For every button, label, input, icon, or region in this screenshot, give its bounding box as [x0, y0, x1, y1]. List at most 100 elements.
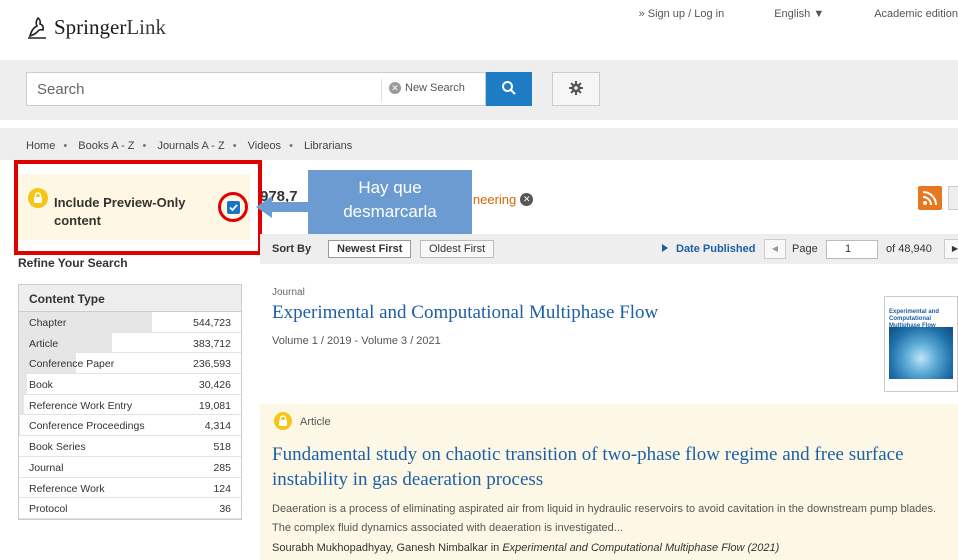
content-type-name: Protocol	[29, 503, 68, 516]
springer-link-logo[interactable]: SpringerLink	[26, 14, 166, 40]
content-type-count: 544,723	[193, 317, 231, 329]
journal-link[interactable]: Experimental and Computational Multiphas…	[502, 542, 779, 554]
nav-separator: •	[63, 140, 68, 152]
content-type-item[interactable]: Book 30,426	[19, 374, 241, 395]
main-nav: Home • Books A - Z • Journals A - Z • Video…	[0, 128, 958, 160]
content-type-name: Conference Proceedings	[29, 420, 145, 433]
result-item: Article Fundamental study on chaotic tra…	[260, 404, 958, 560]
nav-videos[interactable]: Videos	[248, 140, 281, 152]
nav-books-a-z[interactable]: Books A - Z	[78, 140, 134, 152]
search-band: ✕ New Search	[0, 60, 958, 120]
content-type-heading: Content Type	[19, 285, 241, 312]
search-button[interactable]	[486, 72, 532, 106]
search-options-button[interactable]	[552, 72, 600, 106]
signup-login-link[interactable]: » Sign up / Log in	[639, 8, 725, 20]
facet-label: ineering	[470, 192, 517, 207]
content-type-list: Chapter 544,723 Article 383,712 Conference P…	[19, 312, 241, 519]
result-item: Journal Experimental and Computational M…	[260, 282, 958, 394]
next-page-button[interactable]: ▶	[944, 239, 958, 259]
content-type-name: Conference Paper	[29, 358, 115, 371]
content-type-count: 383,712	[193, 337, 231, 350]
content-type-name: Chapter	[29, 317, 67, 329]
result-type: Journal	[272, 287, 305, 298]
date-published-toggle[interactable]: Date Published	[662, 243, 755, 255]
sort-newest-button[interactable]: Newest First	[328, 240, 412, 258]
content-type-item[interactable]: Reference Work 124	[19, 478, 241, 499]
rss-icon	[922, 191, 937, 206]
rss-feed-button[interactable]	[918, 186, 942, 210]
cover-water-splash	[889, 327, 953, 379]
refine-search-heading: Refine Your Search	[18, 256, 128, 270]
content-type-item[interactable]: Chapter 544,723	[19, 312, 241, 333]
content-type-name: Article	[29, 337, 59, 350]
content-type-item[interactable]: Journal 285	[19, 457, 241, 478]
nav-separator: •	[289, 140, 293, 152]
result-title-link[interactable]: Experimental and Computational Multiphas…	[272, 302, 658, 324]
clear-icon: ✕	[389, 82, 401, 94]
search-box: ✕ New Search	[26, 72, 486, 106]
content-type-name: Reference Work Entry	[29, 399, 133, 412]
content-type-item[interactable]: Conference Proceedings 4,314	[19, 415, 241, 437]
annotation-arrow-icon	[256, 196, 308, 218]
content-type-count: 124	[213, 482, 231, 495]
content-type-name: Journal	[29, 461, 64, 474]
content-type-count: 285	[213, 461, 231, 474]
content-type-count: 36	[219, 503, 231, 516]
academic-edition-link[interactable]: Academic edition	[874, 8, 958, 20]
search-icon	[502, 80, 516, 95]
authors-text: Sourabh Mukhopadhyay, Ganesh Nimbalkar i…	[272, 542, 503, 554]
content-type-name: Reference Work	[29, 482, 105, 495]
content-type-count: 19,081	[198, 399, 231, 412]
content-type-item[interactable]: Protocol 36	[19, 498, 241, 519]
content-type-item[interactable]: Book Series 518	[19, 436, 241, 457]
page-number-input[interactable]: 1	[826, 240, 878, 259]
content-type-count-bar	[19, 374, 27, 394]
content-type-count: 518	[213, 441, 231, 454]
journal-cover-image[interactable]: Experimental and Computational Multiphas…	[884, 296, 958, 392]
callout-line-1: Hay que	[358, 178, 422, 197]
language-dropdown-arrow-icon: ▼	[813, 8, 825, 20]
nav-home[interactable]: Home	[26, 140, 55, 152]
content-type-count-bar	[19, 415, 21, 436]
language-selector[interactable]: English ▼	[774, 8, 824, 20]
expand-triangle-icon	[662, 244, 668, 252]
remove-facet-icon[interactable]: ✕	[520, 193, 534, 206]
content-type-facet: Content Type Chapter 544,723 Article 383,71…	[18, 284, 242, 520]
new-search-label: New Search	[405, 82, 465, 94]
nav-journals-a-z[interactable]: Journals A - Z	[157, 140, 224, 152]
previous-page-button[interactable]: ◀	[764, 239, 786, 259]
content-type-count-bar	[19, 394, 25, 415]
nav-separator: •	[142, 140, 147, 152]
content-type-count: 4,314	[204, 420, 231, 433]
result-volumes: Volume 1 / 2019 - Volume 3 / 2021	[272, 335, 441, 347]
annotation-callout: Hay que desmarcarla	[308, 170, 472, 234]
content-type-item[interactable]: Reference Work Entry 19,081	[19, 394, 241, 416]
new-search-button[interactable]: ✕ New Search	[389, 82, 465, 94]
gear-icon	[569, 80, 583, 95]
search-divider	[381, 79, 382, 101]
content-type-count: 30,426	[198, 379, 231, 392]
total-pages-label: of 48,940	[886, 243, 932, 255]
result-title-link[interactable]: Fundamental study on chaotic transition …	[272, 442, 932, 492]
nav-librarians[interactable]: Librarians	[304, 140, 352, 152]
springer-horse-icon	[28, 16, 46, 39]
sort-bar: Sort By Newest First Oldest First Date P…	[260, 234, 958, 264]
content-type-item[interactable]: Article 383,712	[19, 332, 241, 354]
date-published-label: Date Published	[676, 243, 756, 255]
search-input[interactable]	[37, 79, 367, 99]
page-label: Page	[792, 243, 818, 255]
annotation-highlight-box	[14, 160, 262, 255]
result-authors: Sourabh Mukhopadhyay, Ganesh Nimbalkar i…	[272, 542, 779, 554]
content-type-item[interactable]: Conference Paper 236,593	[19, 353, 241, 375]
result-snippet: Deaeration is a process of eliminating a…	[272, 503, 936, 534]
content-type-name: Book Series	[29, 441, 86, 454]
active-facet-tag[interactable]: ineering ✕	[470, 192, 534, 207]
download-results-button[interactable]	[948, 186, 958, 210]
content-type-count: 236,593	[193, 358, 231, 371]
sort-by-label: Sort By	[272, 243, 312, 255]
content-type-name: Book	[29, 379, 53, 392]
lock-icon	[274, 412, 292, 430]
logo-text: SpringerLink	[54, 14, 166, 39]
callout-line-2: desmarcarla	[343, 202, 437, 221]
sort-oldest-button[interactable]: Oldest First	[420, 240, 495, 258]
